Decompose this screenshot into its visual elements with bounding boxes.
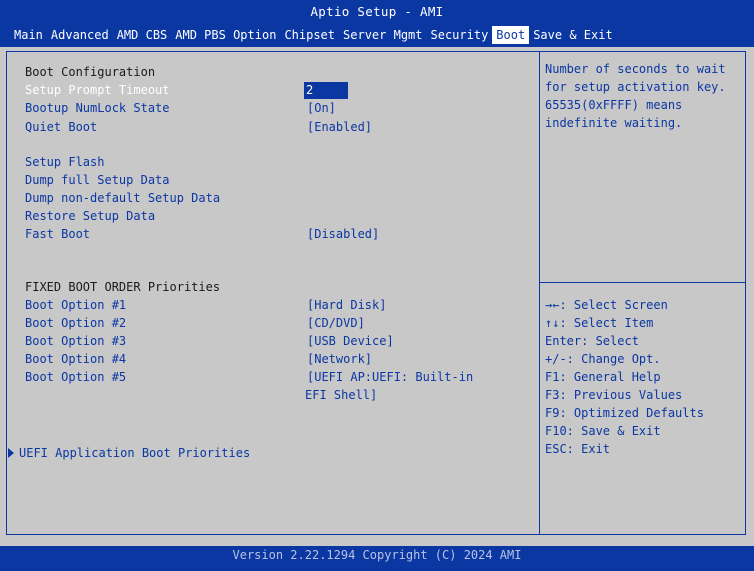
tab-amd-pbs-option[interactable]: AMD PBS Option (171, 26, 280, 44)
boot-option-2-value[interactable]: [CD/DVD] (307, 315, 365, 331)
dump-full-setup-item[interactable]: Dump full Setup Data (25, 172, 170, 188)
restore-setup-data-item[interactable]: Restore Setup Data (25, 208, 155, 224)
panel-divider (539, 52, 540, 534)
setup-flash-item[interactable]: Setup Flash (25, 154, 104, 170)
boot-option-4-value[interactable]: [Network] (307, 351, 372, 367)
boot-option-2-label[interactable]: Boot Option #2 (25, 315, 126, 331)
help-divider (540, 282, 745, 283)
fast-boot-label[interactable]: Fast Boot (25, 226, 90, 242)
section-title-boot-configuration: Boot Configuration (25, 65, 156, 79)
tab-chipset[interactable]: Chipset (280, 26, 339, 44)
submenu-arrow-icon (8, 448, 14, 458)
boot-option-5-value-continued[interactable]: EFI Shell] (305, 387, 377, 403)
top-menu: Main Advanced AMD CBS AMD PBS Option Chi… (10, 26, 617, 44)
bootup-numlock-label[interactable]: Bootup NumLock State (25, 100, 170, 116)
setup-prompt-timeout-input[interactable]: 2 (304, 82, 348, 99)
key-help-select-screen: →←: Select Screen (545, 298, 668, 312)
help-description: Number of seconds to wait for setup acti… (545, 62, 733, 130)
tab-save-exit[interactable]: Save & Exit (529, 26, 616, 44)
footer-version: Version 2.22.1294 Copyright (C) 2024 AMI (0, 546, 754, 571)
tab-boot[interactable]: Boot (492, 26, 530, 44)
window-title: Aptio Setup - AMI (310, 4, 444, 19)
tab-main[interactable]: Main (10, 26, 47, 44)
fast-boot-value[interactable]: [Disabled] (307, 226, 379, 242)
boot-option-3-label[interactable]: Boot Option #3 (25, 333, 126, 349)
key-help-optimized-defaults: F9: Optimized Defaults (545, 406, 704, 420)
tab-server-mgmt[interactable]: Server Mgmt (339, 26, 426, 44)
section-title-fixed-boot-order: FIXED BOOT ORDER Priorities (25, 280, 221, 294)
key-help-select-item: ↑↓: Select Item (545, 316, 654, 330)
setup-prompt-timeout-label[interactable]: Setup Prompt Timeout (25, 82, 170, 98)
quiet-boot-value[interactable]: [Enabled] (307, 119, 372, 135)
tab-security[interactable]: Security (427, 26, 493, 44)
bootup-numlock-value[interactable]: [On] (307, 100, 336, 116)
tab-advanced[interactable]: Advanced (47, 26, 113, 44)
boot-option-4-label[interactable]: Boot Option #4 (25, 351, 126, 367)
key-help-general-help: F1: General Help (545, 370, 661, 384)
boot-option-1-value[interactable]: [Hard Disk] (307, 297, 386, 313)
tab-amd-cbs[interactable]: AMD CBS (113, 26, 172, 44)
header-bar: Aptio Setup - AMI Main Advanced AMD CBS … (0, 0, 754, 47)
quiet-boot-label[interactable]: Quiet Boot (25, 119, 97, 135)
main-frame: Boot Configuration Setup Prompt Timeout … (6, 51, 746, 535)
boot-option-5-label[interactable]: Boot Option #5 (25, 369, 126, 385)
key-help-enter: Enter: Select (545, 334, 639, 348)
key-help-save-exit: F10: Save & Exit (545, 424, 661, 438)
key-help-esc-exit: ESC: Exit (545, 442, 611, 456)
key-help-list: →←: Select Screen ↑↓: Select Item Enter:… (545, 296, 704, 458)
key-help-change-opt: +/-: Change Opt. (545, 352, 661, 366)
key-help-previous-values: F3: Previous Values (545, 388, 683, 402)
boot-option-3-value[interactable]: [USB Device] (307, 333, 394, 349)
uefi-application-boot-priorities-item[interactable]: UEFI Application Boot Priorities (19, 445, 250, 461)
dump-non-default-setup-item[interactable]: Dump non-default Setup Data (25, 190, 220, 206)
boot-option-1-label[interactable]: Boot Option #1 (25, 297, 126, 313)
boot-option-5-value[interactable]: [UEFI AP:UEFI: Built-in (307, 369, 473, 385)
